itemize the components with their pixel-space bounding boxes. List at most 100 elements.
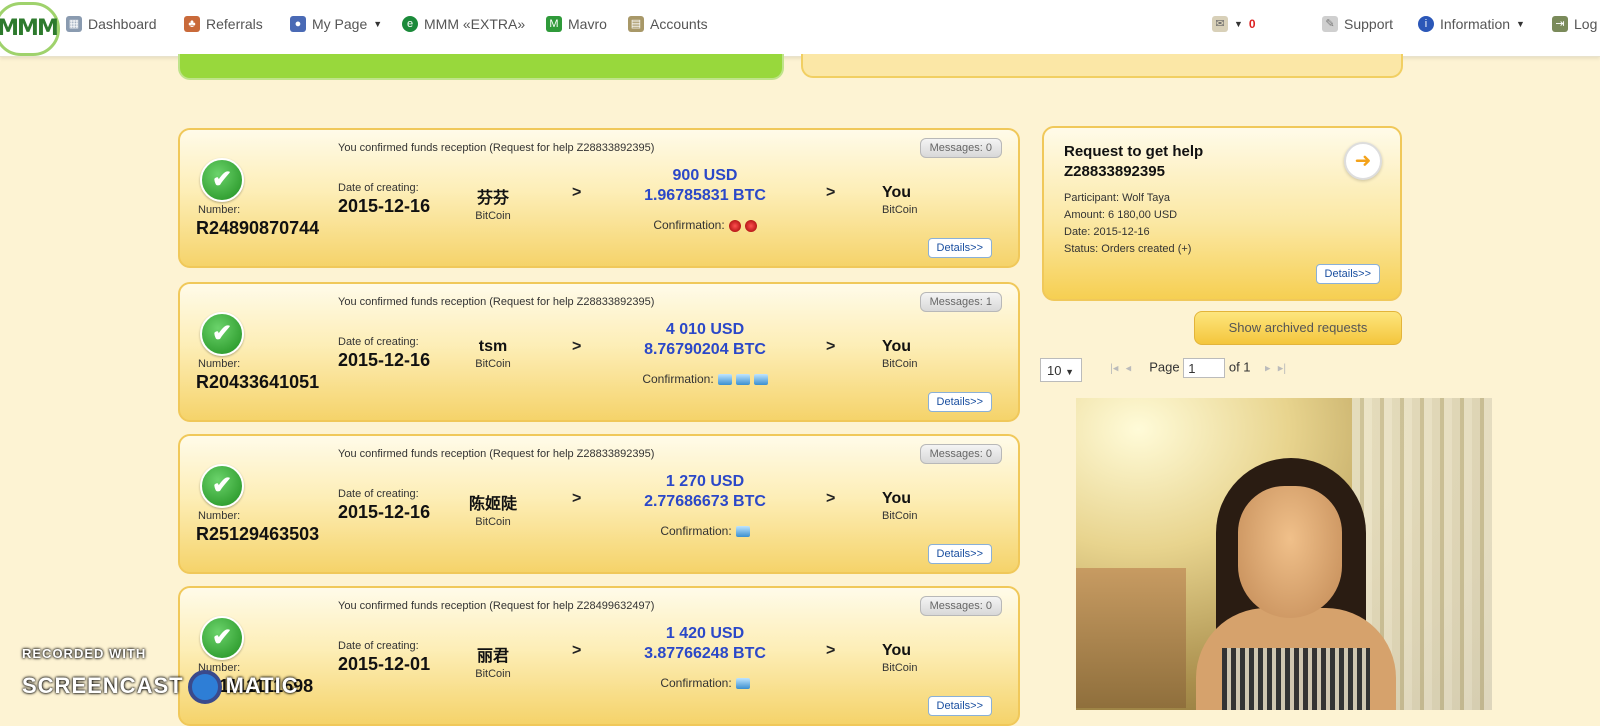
nav-support[interactable]: ✎ Support [1322, 16, 1393, 32]
date-label: Date of creating: [338, 336, 419, 348]
confirmed-text: You confirmed funds reception (Request f… [338, 600, 655, 612]
details-button[interactable]: Details>> [1315, 264, 1380, 284]
date-value: 2015-12-01 [338, 654, 431, 674]
details-button[interactable]: Details>> [927, 238, 992, 258]
confirmed-text: You confirmed funds reception (Request f… [338, 142, 655, 154]
confirmation-image-icon[interactable] [717, 374, 732, 386]
receiver-method: BitCoin [882, 510, 918, 522]
date-value: 2015-12-16 [338, 350, 431, 370]
arrow-icon: > [572, 338, 582, 355]
first-page-icon[interactable]: |◂ [1110, 362, 1118, 374]
amount-usd: 1 270 USD [665, 473, 745, 490]
confirmation-label: Confirmation: [653, 218, 725, 232]
receiver: You BitCoin [882, 490, 942, 522]
confirmation: Confirmation: [600, 676, 810, 690]
arrow-icon: > [572, 184, 582, 201]
next-page-icon[interactable]: ▸ [1265, 362, 1271, 374]
nav-accounts-label: Accounts [650, 16, 708, 32]
nav-logout[interactable]: ⇥ Log [1552, 16, 1597, 32]
show-archived-button[interactable]: Show archived requests [1194, 311, 1402, 345]
date-value: 2015-12-16 [338, 502, 431, 522]
user-icon: ● [290, 16, 306, 32]
receiver-method: BitCoin [882, 662, 918, 674]
mavro-icon: M [546, 16, 562, 32]
order-number: R20433641051 [196, 372, 320, 392]
help-request-card: Request to get help Z28833892395 ➜ Parti… [1042, 126, 1402, 301]
messages-button[interactable]: Messages: 1 [919, 292, 1002, 312]
person-face [1238, 486, 1342, 618]
messages-button[interactable]: Messages: 0 [919, 138, 1002, 158]
help-title-text: Request to get help [1064, 143, 1204, 160]
confirmation-file-icon[interactable] [744, 219, 757, 232]
amount: 900 USD 1.96785831 BTC [600, 166, 810, 206]
confirmed-text: You confirmed funds reception (Request f… [338, 448, 655, 460]
payer-method: BitCoin [475, 358, 511, 370]
nav-mmm-extra-label: MMM «EXTRA» [424, 16, 526, 32]
nav-dashboard[interactable]: ▦ Dashboard [66, 16, 157, 32]
payer-method: BitCoin [475, 668, 511, 680]
referrals-icon: ♣ [184, 16, 200, 32]
last-page-icon[interactable]: ▸| [1278, 362, 1286, 374]
chevron-down-icon: ▼ [373, 19, 383, 29]
nav-logout-label: Log [1574, 16, 1598, 32]
page-of-label: of 1 [1228, 359, 1251, 375]
receiver-name: You [882, 642, 912, 659]
details-button[interactable]: Details>> [927, 544, 992, 564]
nav-information-label: Information [1440, 16, 1511, 32]
messages-button[interactable]: Messages: 0 [919, 444, 1002, 464]
amount-usd: 4 010 USD [665, 321, 745, 338]
arrow-icon: > [826, 490, 836, 507]
page-input[interactable]: 1 [1183, 358, 1226, 378]
details-button[interactable]: Details>> [927, 696, 992, 716]
per-page-select[interactable]: 10 ▼ [1040, 358, 1082, 382]
pagination: |◂ ◂ Page 1 of 1 ▸ ▸| [1110, 358, 1286, 378]
confirmation-file-icon[interactable] [728, 219, 741, 232]
confirmation-image-icon[interactable] [735, 526, 750, 538]
nav-accounts[interactable]: ▤ Accounts [628, 16, 708, 32]
payer-name: tsm [478, 338, 508, 355]
prev-page-icon[interactable]: ◂ [1126, 362, 1132, 374]
nav-referrals[interactable]: ♣ Referrals [184, 16, 263, 32]
amount-btc: 1.96785831 BTC [644, 187, 766, 204]
number-label: Number: [198, 358, 241, 370]
details-button[interactable]: Details>> [927, 392, 992, 412]
nav-mavro[interactable]: M Mavro [546, 16, 607, 32]
arrow-icon: > [826, 184, 836, 201]
payer-name: 丽君 [476, 648, 509, 665]
receiver: You BitCoin [882, 642, 942, 674]
payer: 芬芬 BitCoin [458, 184, 528, 222]
date-label: Date of creating: [338, 488, 419, 500]
nav-mmm-extra[interactable]: e MMM «EXTRA» [402, 16, 525, 32]
check-icon: ✔ [200, 312, 244, 356]
nav-messages[interactable]: ✉ ▼ 0 [1212, 16, 1256, 32]
nav-referrals-label: Referrals [206, 16, 263, 32]
accounts-icon: ▤ [628, 16, 644, 32]
arrow-right-icon[interactable]: ➜ [1344, 142, 1382, 180]
number-label: Number: [198, 510, 241, 522]
messages-button[interactable]: Messages: 0 [919, 596, 1002, 616]
payer: 陈姬陡 BitCoin [458, 490, 528, 528]
mmm-logo[interactable]: MMM [0, 2, 60, 56]
confirmation-image-icon[interactable] [753, 374, 768, 386]
number-label: Number: [198, 204, 241, 216]
amount-usd: 1 420 USD [665, 625, 745, 642]
confirmation: Confirmation: [600, 218, 810, 232]
check-icon: ✔ [200, 464, 244, 508]
extra-icon: e [402, 16, 418, 32]
screencast-logo-icon [187, 670, 222, 704]
payer-method: BitCoin [475, 210, 511, 222]
nav-information[interactable]: i Information ▼ [1418, 16, 1525, 32]
shelf [1076, 568, 1186, 708]
watermark-screencast: SCREENCAST [22, 672, 184, 698]
nav-my-page[interactable]: ● My Page ▼ [290, 16, 382, 32]
confirmation-image-icon[interactable] [735, 678, 750, 690]
nav-my-page-label: My Page [312, 16, 368, 32]
date-label: Date of creating: [338, 182, 419, 194]
order-number: R25129463503 [196, 524, 320, 544]
arrow-icon: > [572, 642, 582, 659]
arrow-icon: > [826, 338, 836, 355]
receiver-name: You [882, 338, 912, 355]
arrow-icon: > [572, 490, 582, 507]
confirmation-image-icon[interactable] [735, 374, 750, 386]
top-navigation-bar: MMM ▦ Dashboard ♣ Referrals ● My Page ▼ … [0, 0, 1600, 57]
